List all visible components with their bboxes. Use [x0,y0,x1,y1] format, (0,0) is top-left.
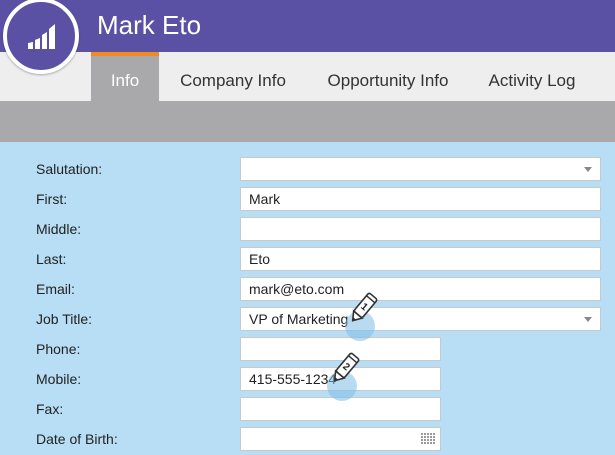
bar-chart-logo-icon [3,0,79,74]
chevron-down-icon [584,167,592,172]
tab-activity-log[interactable]: Activity Log [478,52,586,101]
row-date-of-birth: Date of Birth: [0,424,615,454]
phone-label: Phone: [36,341,81,357]
first-label: First: [36,191,68,207]
middle-name-field[interactable] [240,217,601,241]
pencil-marker-icon: 2 [326,350,362,401]
row-middle: Middle: [0,214,615,244]
app-header: Mark Eto [0,0,615,52]
row-fax: Fax: [0,394,615,424]
first-name-field[interactable]: Mark [240,187,601,211]
row-mobile: Mobile: 415-555-1234 [0,364,615,394]
email-label: Email: [36,281,75,297]
row-first: First: Mark [0,184,615,214]
sub-toolbar [0,101,615,142]
job-title-select[interactable]: VP of Marketing [240,307,601,331]
middle-label: Middle: [36,221,82,237]
salutation-label: Salutation: [36,161,103,177]
job-title-value: VP of Marketing [249,311,349,327]
mobile-label: Mobile: [36,371,82,387]
row-last: Last: Eto [0,244,615,274]
contact-form: Salutation: First: Mark Middle: Last: Et… [0,142,615,455]
email-field[interactable]: mark@eto.com [240,277,601,301]
date-of-birth-field[interactable] [240,427,441,451]
fax-label: Fax: [36,401,64,417]
calendar-icon[interactable] [421,433,435,445]
last-name-field[interactable]: Eto [240,247,601,271]
row-phone: Phone: [0,334,615,364]
tab-bar: Info Company Info Opportunity Info Activ… [0,52,615,101]
salutation-select[interactable] [240,157,601,181]
job-title-label: Job Title: [36,311,93,327]
row-salutation: Salutation: [0,154,615,184]
date-of-birth-label: Date of Birth: [36,431,118,447]
chevron-down-icon [584,317,592,322]
row-job-title: Job Title: VP of Marketing [0,304,615,334]
last-label: Last: [36,251,67,267]
tab-info[interactable]: Info [91,52,159,101]
pencil-marker-icon: 1 [344,290,380,341]
tab-company-info[interactable]: Company Info [168,52,298,101]
tab-opportunity-info[interactable]: Opportunity Info [312,52,464,101]
page-title: Mark Eto [97,10,202,40]
row-email: Email: mark@eto.com [0,274,615,304]
